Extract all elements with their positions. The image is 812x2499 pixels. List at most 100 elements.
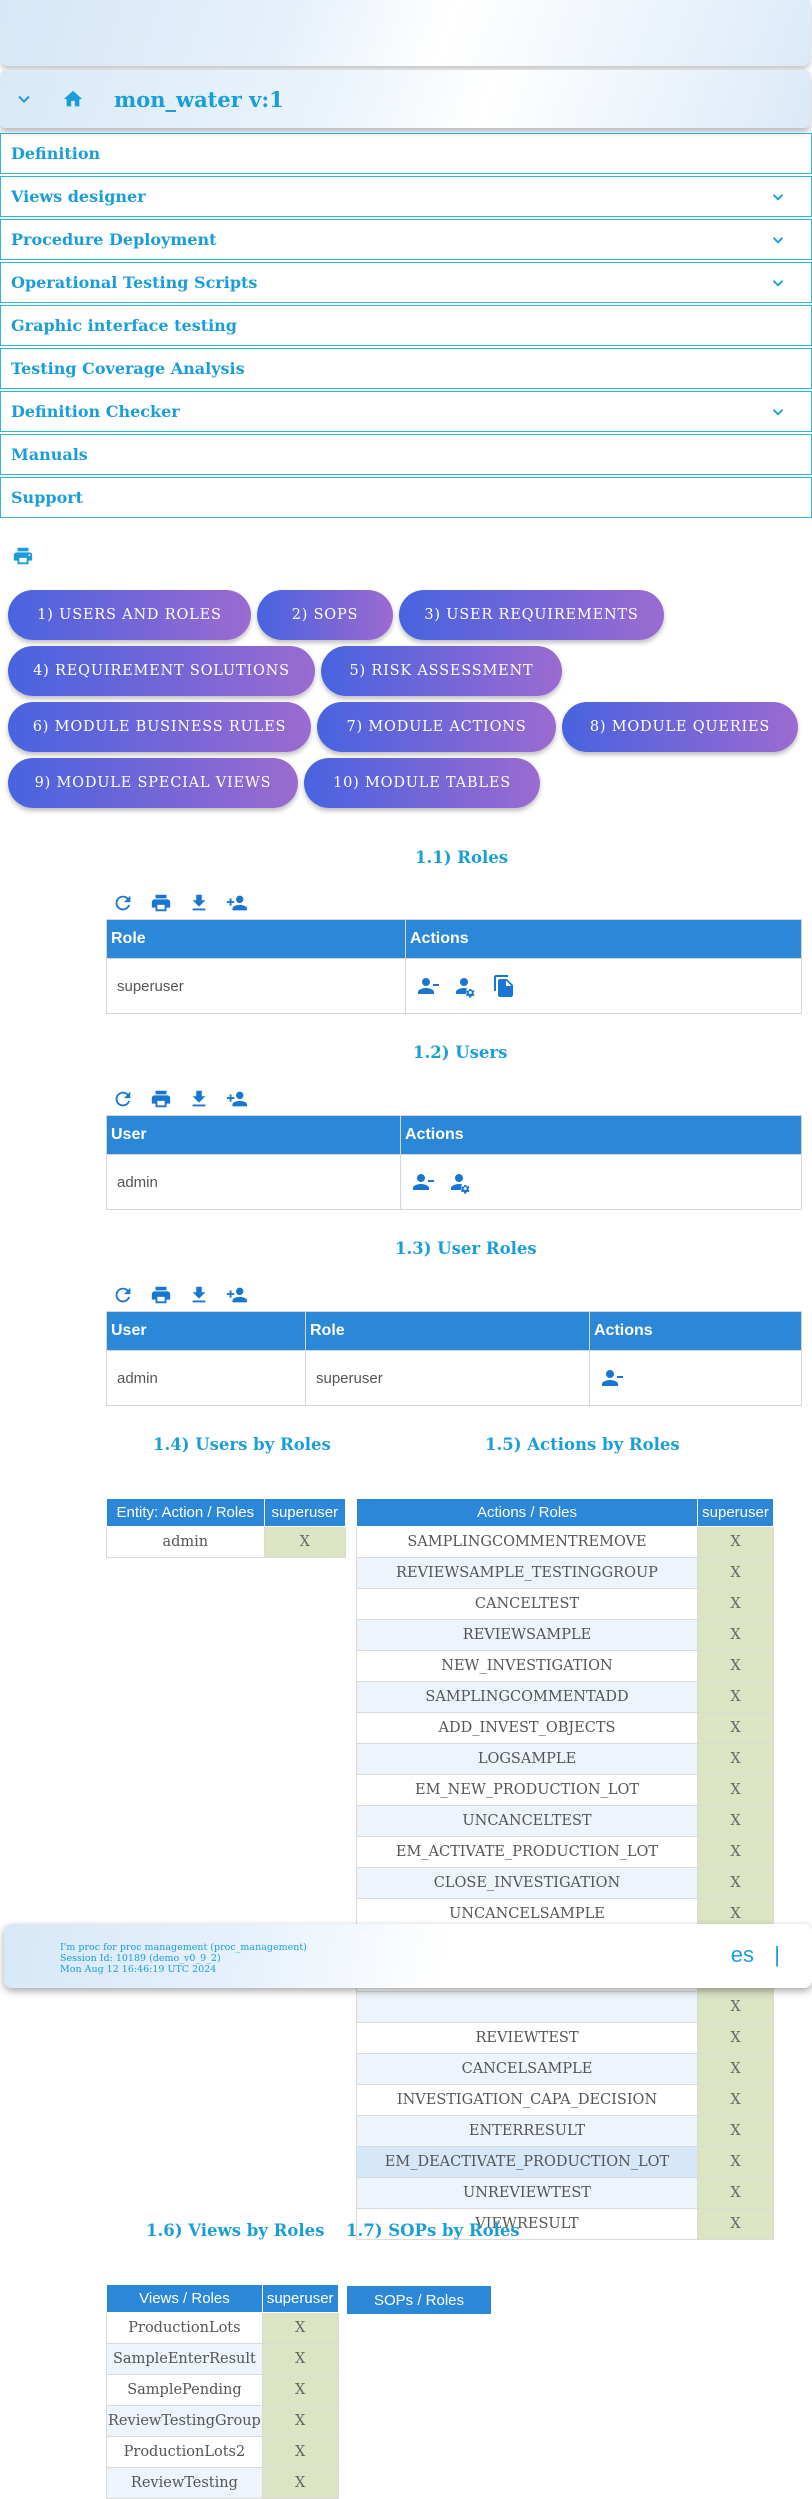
table-row: CANCELSAMPLE X bbox=[356, 2053, 774, 2085]
roles-toolbar bbox=[112, 892, 248, 914]
menu-item[interactable]: Procedure Deployment bbox=[0, 219, 812, 260]
menu-item[interactable]: Manuals bbox=[0, 434, 812, 475]
manage-user-icon[interactable] bbox=[454, 974, 478, 998]
action-name-cell: EM_ACTIVATE_PRODUCTION_LOT bbox=[356, 1836, 698, 1868]
refresh-icon[interactable] bbox=[112, 1284, 134, 1306]
role-check-cell: X bbox=[263, 1526, 347, 1558]
chevron-down-icon[interactable] bbox=[14, 89, 34, 109]
role-check-cell: X bbox=[697, 1526, 774, 1558]
menu-item[interactable]: Support bbox=[0, 477, 812, 518]
remove-user-icon[interactable] bbox=[600, 1366, 624, 1390]
user-roles-toolbar bbox=[112, 1284, 248, 1306]
table-row: REVIEWSAMPLE X bbox=[356, 1619, 774, 1651]
tab-module-queries[interactable]: 8) MODULE QUERIES bbox=[562, 702, 798, 752]
role-check-cell: X bbox=[697, 2053, 774, 2085]
role-check-cell: X bbox=[697, 1588, 774, 1620]
role-check-cell: X bbox=[697, 1867, 774, 1899]
role-check-cell: X bbox=[697, 2208, 774, 2240]
users-section-title: 1.2) Users bbox=[413, 1043, 508, 1062]
column-header-user[interactable]: User bbox=[106, 1115, 401, 1155]
action-name-cell: LOGSAMPLE bbox=[356, 1743, 698, 1775]
menu-item[interactable]: Views designer bbox=[0, 176, 812, 217]
add-user-icon[interactable] bbox=[226, 892, 248, 914]
action-name-cell: UNREVIEWTEST bbox=[356, 2177, 698, 2209]
user-name-cell: admin bbox=[106, 1526, 265, 1558]
menu-item-label: Definition Checker bbox=[11, 402, 180, 421]
tab-module-business-rules[interactable]: 6) MODULE BUSINESS RULES bbox=[8, 702, 311, 752]
language-switch[interactable]: es bbox=[731, 1942, 754, 1968]
user-roles-table: User Role Actions admin superuser bbox=[106, 1311, 802, 1406]
menu-item[interactable]: Definition Checker bbox=[0, 391, 812, 432]
role-cell: superuser bbox=[305, 1350, 590, 1406]
action-name-cell: CANCELSAMPLE bbox=[356, 2053, 698, 2085]
manage-user-icon[interactable] bbox=[449, 1170, 473, 1194]
tab-module-actions[interactable]: 7) MODULE ACTIONS bbox=[317, 702, 556, 752]
table-row[interactable]: admin superuser bbox=[106, 1350, 802, 1406]
session-id-line: Session Id: 10189 (demo_v0_9_2) bbox=[60, 1953, 221, 1964]
menu-item[interactable]: Graphic interface testing bbox=[0, 305, 812, 346]
table-row[interactable]: admin bbox=[106, 1154, 802, 1210]
table-row: LOGSAMPLE X bbox=[356, 1743, 774, 1775]
add-user-icon[interactable] bbox=[226, 1284, 248, 1306]
column-header-role[interactable]: Role bbox=[106, 919, 406, 959]
action-name-cell: NEW_INVESTIGATION bbox=[356, 1650, 698, 1682]
column-header-views: Views / Roles bbox=[106, 2284, 263, 2313]
role-check-cell: X bbox=[697, 1743, 774, 1775]
column-header-role: superuser bbox=[263, 1498, 347, 1527]
column-header-user[interactable]: User bbox=[106, 1311, 306, 1351]
tab-risk-assessment[interactable]: 5) RISK ASSESSMENT bbox=[321, 646, 562, 696]
refresh-icon[interactable] bbox=[112, 892, 134, 914]
view-name-cell: SampleEnterResult bbox=[106, 2343, 263, 2375]
view-name-cell: ReviewTesting bbox=[106, 2467, 263, 2499]
users-toolbar bbox=[112, 1088, 248, 1110]
copy-icon[interactable] bbox=[492, 974, 516, 998]
actions-by-roles-table: Actions / Roles superuser SAMPLINGCOMMEN… bbox=[356, 1498, 774, 2240]
table-row: ENTERRESULT X bbox=[356, 2115, 774, 2147]
action-name-cell bbox=[356, 1991, 698, 2023]
tab-user-requirements[interactable]: 3) USER REQUIREMENTS bbox=[399, 590, 664, 640]
home-icon[interactable] bbox=[62, 88, 84, 110]
tab-requirement-solutions[interactable]: 4) REQUIREMENT SOLUTIONS bbox=[8, 646, 315, 696]
views-by-roles-table: Views / Roles superuser ProductionLots X S… bbox=[106, 2284, 339, 2499]
table-row: INVESTIGATION_CAPA_DECISION X bbox=[356, 2084, 774, 2116]
session-info: I'm proc for proc management (proc_manag… bbox=[60, 1942, 307, 1975]
print-icon[interactable] bbox=[150, 1088, 172, 1110]
add-user-icon[interactable] bbox=[226, 1088, 248, 1110]
tab-users-and-roles[interactable]: 1) USERS AND ROLES bbox=[8, 590, 251, 640]
procedure-menu: Definition Views designer Procedure Deploy… bbox=[0, 133, 812, 520]
tab-module-tables[interactable]: 10) MODULE TABLES bbox=[304, 758, 540, 808]
role-check-cell: X bbox=[697, 1557, 774, 1589]
users-by-roles-table: Entity: Action / Roles superuser admin X bbox=[106, 1498, 347, 1558]
remove-user-icon[interactable] bbox=[416, 974, 440, 998]
table-row: EM_ACTIVATE_PRODUCTION_LOT X bbox=[356, 1836, 774, 1868]
menu-item[interactable]: Operational Testing Scripts bbox=[0, 262, 812, 303]
tab-module-special-views[interactable]: 9) MODULE SPECIAL VIEWS bbox=[8, 758, 298, 808]
download-icon[interactable] bbox=[188, 1284, 210, 1306]
chevron-down-icon[interactable] bbox=[769, 188, 787, 206]
download-icon[interactable] bbox=[188, 1088, 210, 1110]
table-row[interactable]: superuser bbox=[106, 958, 802, 1014]
role-check-cell: X bbox=[697, 1991, 774, 2023]
column-header-role[interactable]: Role bbox=[305, 1311, 590, 1351]
chevron-down-icon[interactable] bbox=[769, 403, 787, 421]
column-header-actions: Actions / Roles bbox=[356, 1498, 698, 1527]
chevron-down-icon[interactable] bbox=[769, 274, 787, 292]
download-icon[interactable] bbox=[188, 892, 210, 914]
table-row: ADD_INVEST_OBJECTS X bbox=[356, 1712, 774, 1744]
actions-by-roles-title: 1.5) Actions by Roles bbox=[485, 1435, 680, 1454]
print-icon[interactable] bbox=[150, 892, 172, 914]
print-icon[interactable] bbox=[150, 1284, 172, 1306]
table-row: NEW_INVESTIGATION X bbox=[356, 1650, 774, 1682]
table-row: ProductionLots2 X bbox=[106, 2436, 339, 2468]
print-icon[interactable] bbox=[12, 545, 34, 567]
tab-sops[interactable]: 2) SOPS bbox=[257, 590, 393, 640]
menu-item[interactable]: Definition bbox=[0, 133, 812, 174]
table-row: SamplePending X bbox=[106, 2374, 339, 2406]
chevron-down-icon[interactable] bbox=[769, 231, 787, 249]
refresh-icon[interactable] bbox=[112, 1088, 134, 1110]
column-header-role: superuser bbox=[261, 2284, 339, 2313]
procedure-header: mon_water v:1 bbox=[0, 70, 810, 128]
action-name-cell: ADD_INVEST_OBJECTS bbox=[356, 1712, 698, 1744]
remove-user-icon[interactable] bbox=[411, 1170, 435, 1194]
menu-item[interactable]: Testing Coverage Analysis bbox=[0, 348, 812, 389]
